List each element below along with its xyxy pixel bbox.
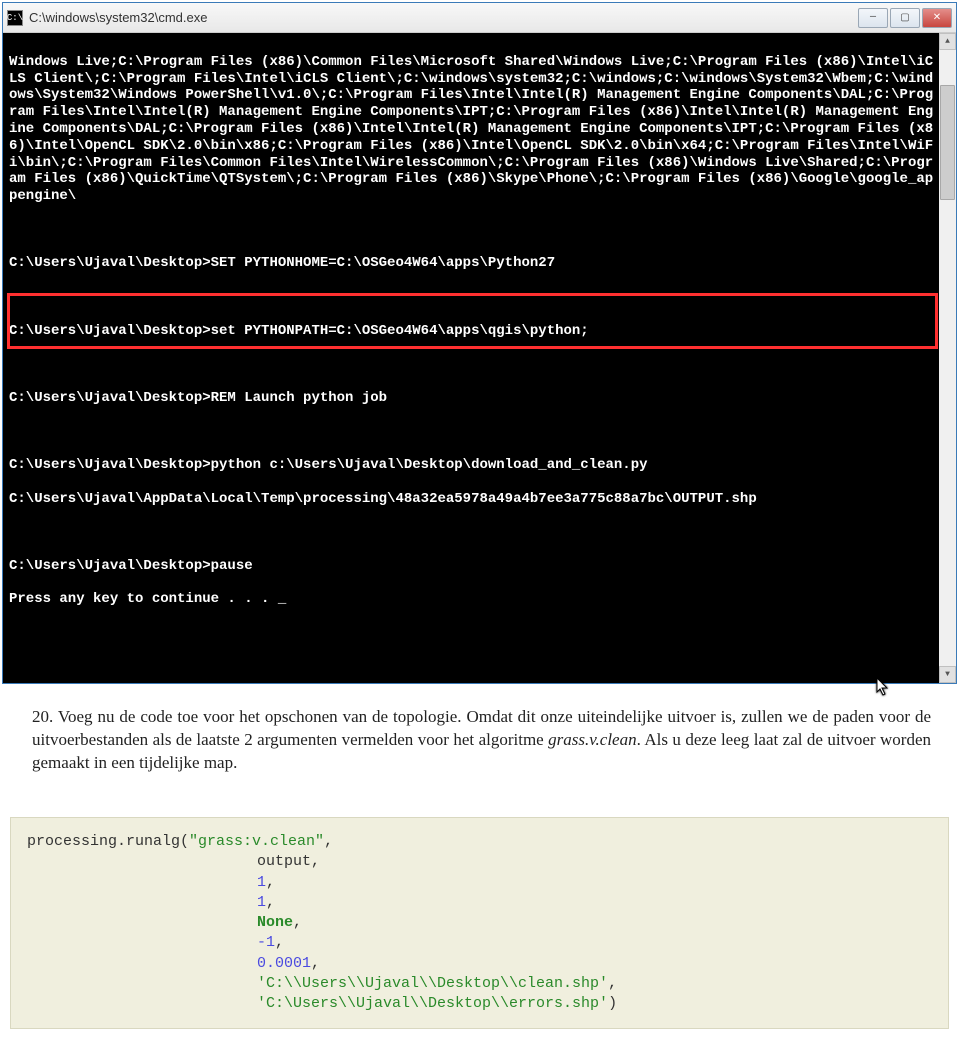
- blank-line: [9, 222, 934, 239]
- code-arg2: 1: [257, 874, 266, 891]
- blank-line: [9, 356, 934, 373]
- instruction-text: 20. Voeg nu de code toe voor het opschon…: [0, 686, 959, 795]
- python-cmd-line: C:\Users\Ujaval\Desktop>python c:\Users\…: [9, 457, 934, 474]
- code-arg3: 1: [257, 894, 266, 911]
- close-button[interactable]: ✕: [922, 8, 952, 28]
- blank-line: [9, 524, 934, 541]
- code-arg7: 'C:\\Users\\Ujaval\\Desktop\\clean.shp': [257, 975, 608, 992]
- scroll-track[interactable]: [939, 50, 956, 666]
- vertical-scrollbar[interactable]: ▲ ▼: [939, 33, 956, 683]
- window-title: C:\windows\system32\cmd.exe: [29, 10, 858, 25]
- code-comma: ,: [266, 894, 275, 911]
- code-close: ): [608, 995, 617, 1012]
- algorithm-name: grass.v.clean: [548, 730, 636, 749]
- code-block: processing.runalg("grass:v.clean", outpu…: [10, 817, 949, 1029]
- scroll-up-button[interactable]: ▲: [939, 33, 956, 50]
- code-comma: ,: [324, 833, 333, 850]
- window-controls: — ▢ ✕: [858, 8, 952, 28]
- output-shp-line: C:\Users\Ujaval\AppData\Local\Temp\proce…: [9, 491, 934, 508]
- set-pythonpath-line: C:\Users\Ujaval\Desktop>set PYTHONPATH=C…: [9, 323, 934, 340]
- terminal-output[interactable]: Windows Live;C:\Program Files (x86)\Comm…: [3, 33, 956, 683]
- minimize-button[interactable]: —: [858, 8, 888, 28]
- code-arg4: None: [257, 914, 293, 931]
- rem-line: C:\Users\Ujaval\Desktop>REM Launch pytho…: [9, 390, 934, 407]
- cmd-icon: C:\: [7, 10, 23, 26]
- maximize-button[interactable]: ▢: [890, 8, 920, 28]
- titlebar[interactable]: C:\ C:\windows\system32\cmd.exe — ▢ ✕: [3, 3, 956, 33]
- code-arg6: 0.0001: [257, 955, 311, 972]
- blank-line: [9, 423, 934, 440]
- code-comma: ,: [266, 874, 275, 891]
- pause-line: C:\Users\Ujaval\Desktop>pause: [9, 558, 934, 575]
- set-pythonhome-line: C:\Users\Ujaval\Desktop>SET PYTHONHOME=C…: [9, 255, 934, 272]
- code-arg8: 'C:\Users\\Ujaval\\Desktop\\errors.shp': [257, 995, 608, 1012]
- path-env-output: Windows Live;C:\Program Files (x86)\Comm…: [9, 54, 934, 205]
- code-arg0: "grass:v.clean": [189, 833, 324, 850]
- code-call: processing.runalg(: [27, 833, 189, 850]
- code-comma: ,: [311, 955, 320, 972]
- code-arg5: -1: [257, 934, 275, 951]
- step-20: 20. Voeg nu de code toe voor het opschon…: [32, 706, 931, 775]
- cmd-window: C:\ C:\windows\system32\cmd.exe — ▢ ✕ Wi…: [2, 2, 957, 684]
- scroll-down-button[interactable]: ▼: [939, 666, 956, 683]
- code-comma: ,: [293, 914, 302, 931]
- code-comma: ,: [608, 975, 617, 992]
- blank-line: [9, 289, 934, 306]
- code-comma: ,: [275, 934, 284, 951]
- step-number: 20.: [32, 707, 53, 726]
- press-any-key-line: Press any key to continue . . . _: [9, 591, 934, 608]
- terminal-area: Windows Live;C:\Program Files (x86)\Comm…: [3, 33, 956, 683]
- scroll-thumb[interactable]: [940, 85, 955, 200]
